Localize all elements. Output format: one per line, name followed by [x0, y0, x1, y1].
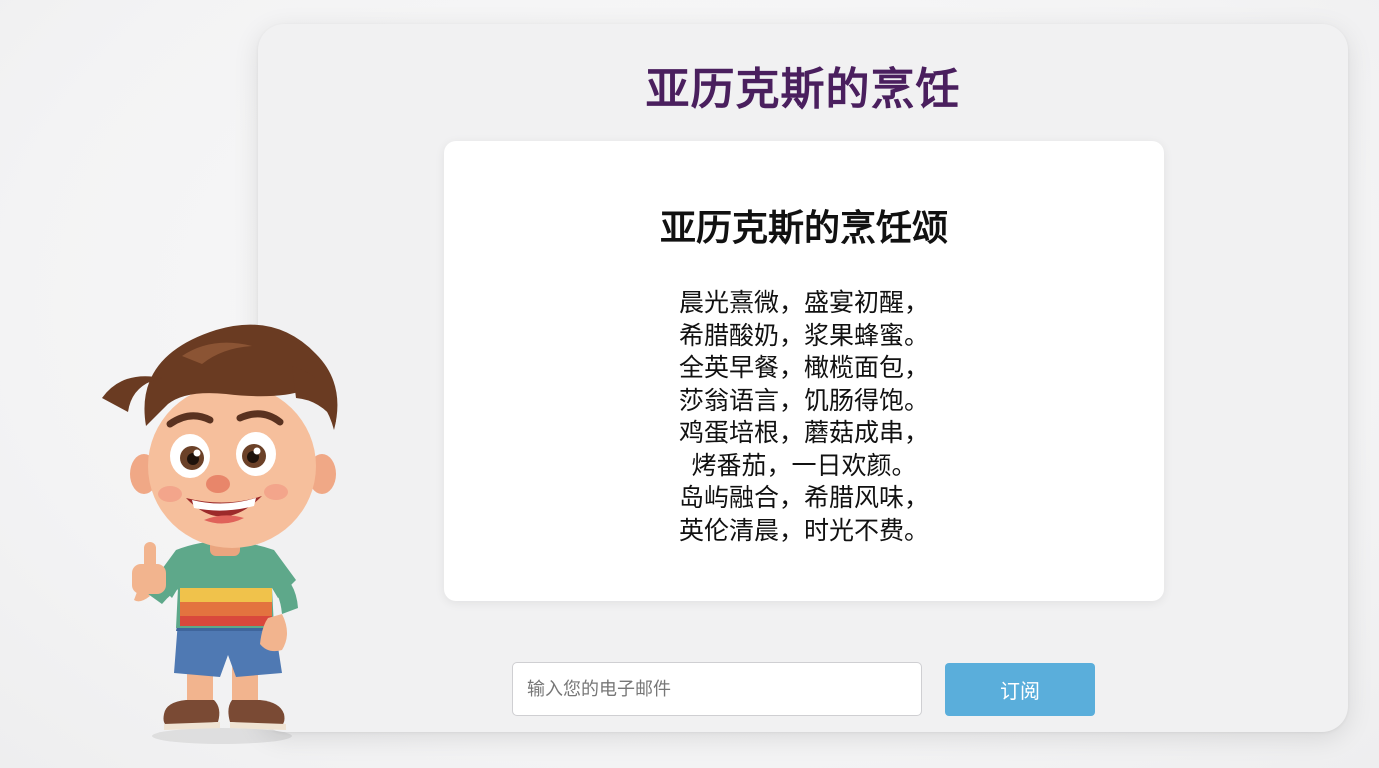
subscribe-form: 订阅 — [512, 662, 1102, 718]
poem-lines: 晨光熹微，盛宴初醒， 希腊酸奶，浆果蜂蜜。 全英早餐，橄榄面包， 莎翁语言，饥肠… — [444, 287, 1164, 547]
poem-line: 烤番茄，一日欢颜。 — [691, 450, 917, 480]
poem-card: 亚历克斯的烹饪颂 晨光熹微，盛宴初醒， 希腊酸奶，浆果蜂蜜。 全英早餐，橄榄面包… — [444, 141, 1164, 601]
poem-line: 岛屿融合，希腊风味， — [678, 483, 929, 512]
poem-line: 英伦清晨，时光不费。 — [678, 515, 929, 545]
poem-line: 全英早餐，橄榄面包， — [678, 353, 929, 382]
subscribe-button[interactable]: 订阅 — [945, 663, 1095, 716]
main-panel: 亚历克斯的烹饪 亚历克斯的烹饪颂 晨光熹微，盛宴初醒， 希腊酸奶，浆果蜂蜜。 全… — [258, 24, 1348, 732]
poem-line: 鸡蛋培根，蘑菇成串， — [678, 418, 929, 447]
poem-line: 晨光熹微，盛宴初醒， — [678, 288, 929, 317]
cartoon-boy-thumbs-up-icon — [102, 324, 338, 744]
site-title: 亚历克斯的烹饪 — [645, 64, 961, 115]
email-input[interactable] — [512, 662, 922, 716]
page: 亚历克斯的烹饪 亚历克斯的烹饪颂 晨光熹微，盛宴初醒， 希腊酸奶，浆果蜂蜜。 全… — [0, 0, 1379, 768]
poem-title: 亚历克斯的烹饪颂 — [659, 208, 948, 249]
poem-line: 希腊酸奶，浆果蜂蜜。 — [678, 320, 929, 350]
poem-line: 莎翁语言，饥肠得饱。 — [678, 385, 929, 415]
